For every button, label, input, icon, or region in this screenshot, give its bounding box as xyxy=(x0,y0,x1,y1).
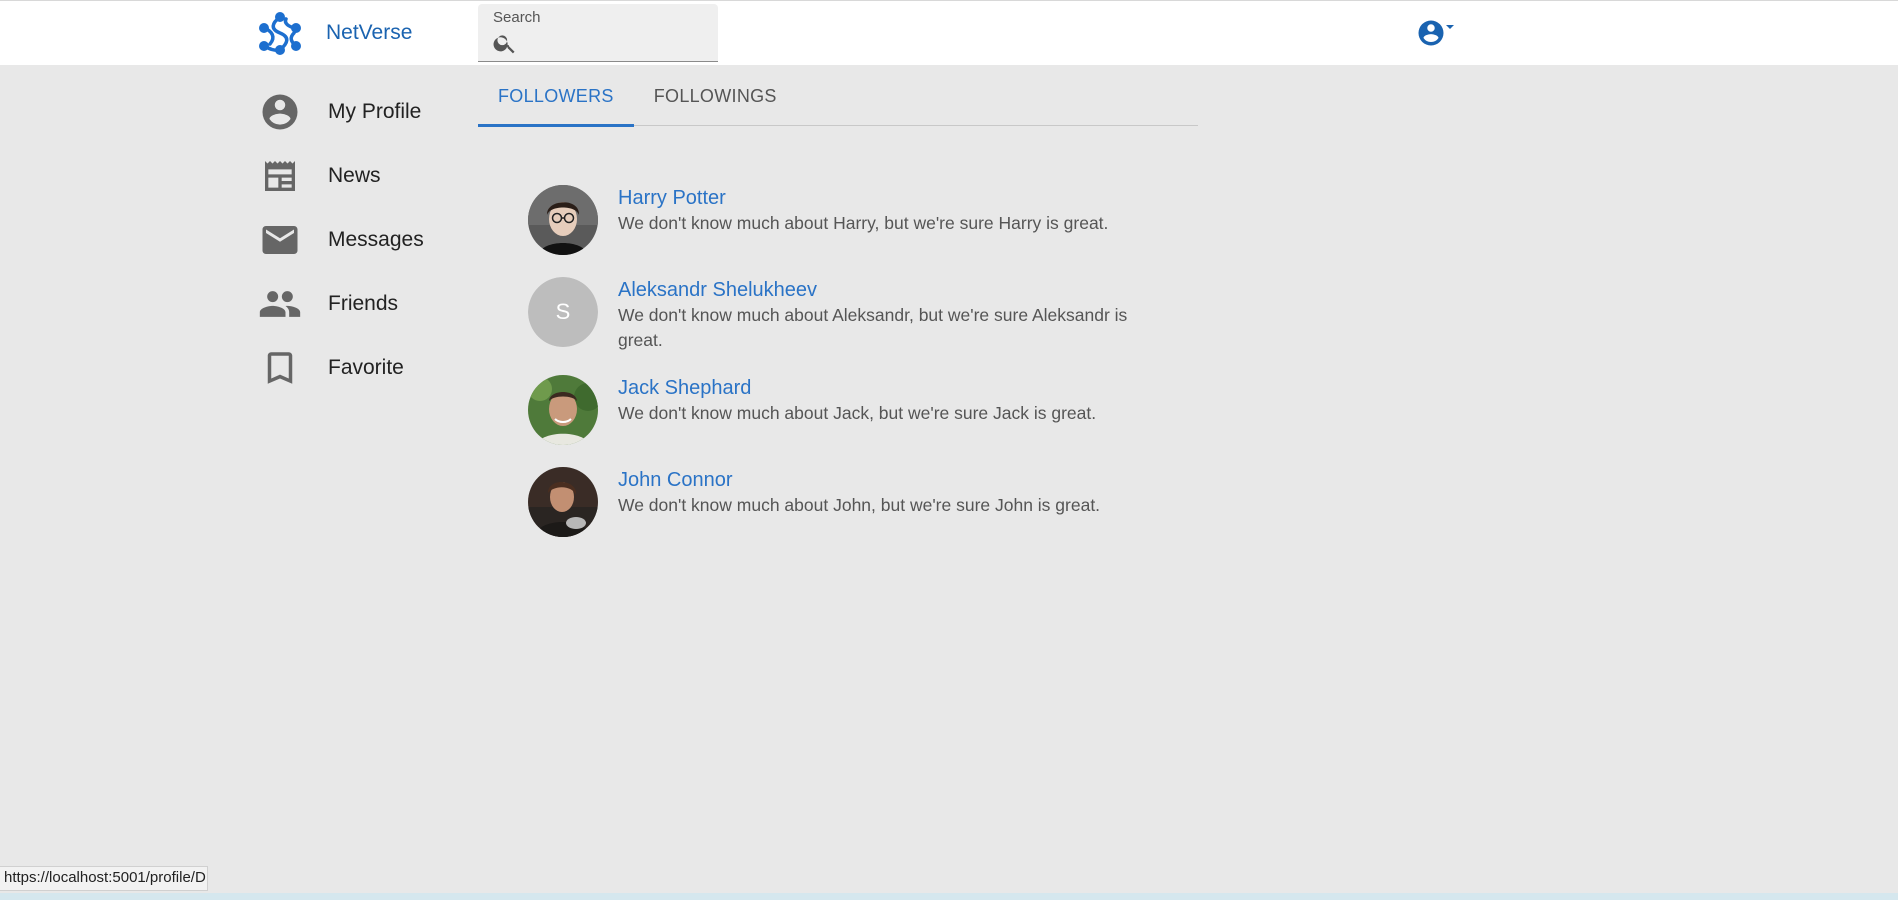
list-item: John Connor We don't know much about Joh… xyxy=(528,467,1168,537)
brand-link[interactable]: NetVerse xyxy=(256,11,412,55)
list-item: Harry Potter We don't know much about Ha… xyxy=(528,185,1168,255)
avatar[interactable] xyxy=(528,375,598,445)
avatar[interactable]: S xyxy=(528,277,598,347)
mail-icon xyxy=(256,216,304,264)
sidebar-item-label: Friends xyxy=(328,292,399,315)
sidebar-item-label: My Profile xyxy=(328,100,422,123)
sidebar-item-label: Favorite xyxy=(328,356,404,379)
tab-followers[interactable]: FOLLOWERS xyxy=(478,66,634,127)
account-menu-button[interactable] xyxy=(1416,18,1460,50)
search-label: Search xyxy=(493,9,541,26)
main-content: FOLLOWERS FOLLOWINGS Harry Potter We don… xyxy=(478,66,1198,537)
sidebar-item-friends[interactable]: Friends xyxy=(256,272,456,336)
account-circle-icon xyxy=(256,88,304,136)
follower-description: We don't know much about Aleksandr, but … xyxy=(618,305,1128,350)
avatar[interactable] xyxy=(528,185,598,255)
taskbar-edge xyxy=(0,893,1898,900)
follower-name-link[interactable]: Jack Shephard xyxy=(618,375,1168,401)
account-circle-icon xyxy=(1418,20,1444,46)
person-photo-icon xyxy=(528,467,598,537)
search-box[interactable]: Search xyxy=(478,4,718,62)
follower-name-link[interactable]: Aleksandr Shelukheev xyxy=(618,277,1168,303)
follower-name-link[interactable]: John Connor xyxy=(618,467,1168,493)
person-photo-icon xyxy=(528,185,598,255)
netverse-logo-icon xyxy=(259,12,301,55)
avatar[interactable] xyxy=(528,467,598,537)
search-icon xyxy=(493,35,515,54)
follower-description: We don't know much about Harry, but we'r… xyxy=(618,213,1109,233)
sidebar-item-label: Messages xyxy=(328,228,424,251)
followers-list: Harry Potter We don't know much about Ha… xyxy=(528,185,1168,559)
caret-down-icon xyxy=(1446,25,1454,29)
search-input[interactable] xyxy=(524,32,710,56)
sidebar-item-favorite[interactable]: Favorite xyxy=(256,336,456,400)
sidebar-item-my-profile[interactable]: My Profile xyxy=(256,80,456,144)
list-item: Jack Shephard We don't know much about J… xyxy=(528,375,1168,445)
tab-bar: FOLLOWERS FOLLOWINGS xyxy=(478,66,1198,127)
follower-description: We don't know much about John, but we're… xyxy=(618,495,1101,515)
sidebar-item-messages[interactable]: Messages xyxy=(256,208,456,272)
sidebar-item-news[interactable]: News xyxy=(256,144,456,208)
sidebar-item-label: News xyxy=(328,164,381,187)
people-icon xyxy=(256,280,304,328)
newspaper-icon xyxy=(256,152,304,200)
list-item: S Aleksandr Shelukheev We don't know muc… xyxy=(528,277,1168,353)
person-photo-icon xyxy=(528,375,598,445)
browser-status-url: https://localhost:5001/profile/D xyxy=(0,866,208,891)
bookmark-icon xyxy=(256,344,304,392)
follower-name-link[interactable]: Harry Potter xyxy=(618,185,1168,211)
top-app-bar: NetVerse Search xyxy=(0,0,1898,65)
avatar-letter: S xyxy=(528,277,598,347)
sidebar-nav: My Profile News Messages Friends Favorit… xyxy=(256,80,456,400)
follower-description: We don't know much about Jack, but we're… xyxy=(618,403,1097,423)
tab-followings[interactable]: FOLLOWINGS xyxy=(634,66,797,126)
brand-name: NetVerse xyxy=(326,21,413,44)
